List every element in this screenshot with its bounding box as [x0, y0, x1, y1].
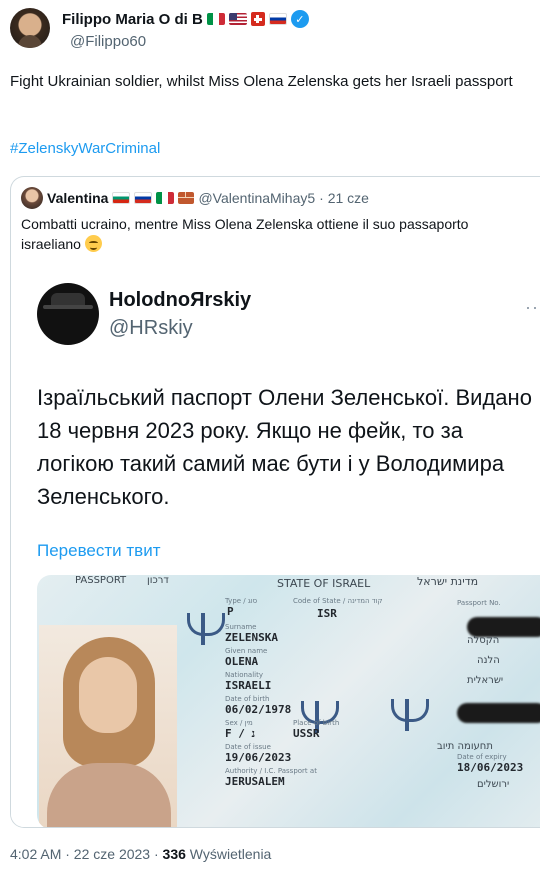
author-name[interactable]: Filippo Maria O di B: [62, 11, 203, 28]
tweet-meta: 4:02 AM · 22 cze 2023 · 336 Wyświetlenia: [10, 846, 271, 862]
verified-badge-icon: ✓: [290, 10, 309, 28]
screenshot-avatar: [37, 283, 99, 345]
quoted-time[interactable]: · 21 cze: [319, 190, 369, 206]
screenshot-handle: @HRskiy: [109, 317, 193, 339]
more-options-icon: ··: [525, 297, 539, 317]
author-handle[interactable]: @Filippo60: [70, 33, 146, 50]
passport-photo: [39, 625, 177, 827]
authority-value: JERUSALEM: [225, 775, 285, 788]
hebrew-given-name: הלנה: [477, 655, 500, 666]
issue-label: Date of issue: [225, 743, 271, 751]
hashtag-link[interactable]: #ZelenskyWarCriminal: [10, 140, 160, 157]
sex-value: F / נ: [225, 727, 256, 740]
authority-label: Authority / I.C. Passport at: [225, 767, 317, 775]
tweet-text: Fight Ukrainian soldier, whilst Miss Ole…: [10, 73, 513, 90]
expiry-value: 18/06/2023: [457, 761, 524, 774]
type-value: P: [227, 605, 234, 618]
tweet-header: Filippo Maria O di B ✓ @Filippo60: [8, 6, 532, 50]
nationality-label: Nationality: [225, 671, 264, 679]
pob-label: Place of birth: [293, 719, 340, 727]
dob-label: Date of birth: [225, 695, 270, 703]
menorah-emblem-icon: [183, 609, 225, 649]
dob-value: 06/02/1978: [225, 703, 292, 716]
views-count: 336: [162, 846, 186, 862]
code-label: Code of State / קוד המדינה: [293, 597, 383, 605]
expiry-label: Date of expiry: [457, 753, 507, 761]
quoted-tweet[interactable]: Valentina @ValentinaMihay5 · 21 cze Comb…: [10, 176, 540, 828]
hebrew-surname: הקסלה: [467, 635, 500, 646]
quoted-header: Valentina @ValentinaMihay5 · 21 cze: [21, 187, 369, 209]
quoted-avatar[interactable]: [21, 187, 43, 209]
author-line: Filippo Maria O di B ✓: [62, 10, 309, 28]
relieved-face-icon: [84, 235, 102, 252]
tweet-timestamp[interactable]: 4:02 AM · 22 cze 2023 ·: [10, 846, 163, 862]
italy-flag-icon: [156, 192, 175, 204]
russia-flag-icon: [134, 192, 153, 204]
surname-value: ZELENSKA: [225, 631, 278, 644]
switzerland-flag-icon: [250, 12, 265, 26]
sex-label: Sex / מין: [225, 719, 253, 727]
translate-link: Перевести твит: [37, 541, 161, 560]
hebrew-city: ירושלים: [477, 779, 510, 790]
screenshot-text: Ізраїльський паспорт Олени Зеленської. В…: [37, 385, 532, 509]
surname-label: Surname: [225, 623, 257, 631]
pob-value: USSR: [293, 727, 320, 740]
attached-image[interactable]: HolodnoЯrskiy @HRskiy ·· Ізраїльський па…: [11, 263, 540, 827]
state-label: STATE OF ISRAEL: [277, 577, 371, 590]
quoted-handle[interactable]: @ValentinaMihay5: [198, 190, 315, 206]
passport-image: PASSPORT דרכון STATE OF ISRAEL מדינת ישר…: [37, 575, 540, 827]
menorah-emblem-large-icon: [387, 695, 437, 745]
type-label: Type / סוג: [225, 597, 258, 605]
passport-label: PASSPORT: [75, 575, 127, 586]
nationality-value: ISRAELI: [225, 679, 272, 692]
brick-icon: [178, 192, 195, 204]
state-hebrew-label: מדינת ישראל: [417, 575, 479, 588]
quoted-author-name[interactable]: Valentina: [47, 190, 108, 206]
screenshot-author-name: HolodnoЯrskiy: [109, 289, 252, 311]
italy-flag-icon: [206, 13, 225, 25]
redaction-bar-2: [457, 703, 540, 723]
bulgaria-flag-icon: [112, 192, 131, 204]
hebrew-nationality: ישראלית: [467, 675, 504, 686]
views-label: Wyświetlenia: [185, 846, 272, 862]
code-value: ISR: [317, 607, 337, 620]
usa-flag-icon: [228, 13, 247, 25]
russia-flag-icon: [268, 13, 287, 25]
issue-value: 19/06/2023: [225, 751, 292, 764]
redaction-bar: [467, 617, 540, 637]
hebrew-issue: תחעומה תיוב: [437, 741, 493, 752]
given-name-value: OLENA: [225, 655, 259, 668]
passport-hebrew-label: דרכון: [147, 575, 169, 586]
quoted-text: Combatti ucraino, mentre Miss Olena Zele…: [21, 214, 521, 254]
avatar[interactable]: [10, 8, 50, 48]
passport-no-label: Passport No.: [457, 599, 501, 607]
given-name-label: Given name: [225, 647, 268, 655]
